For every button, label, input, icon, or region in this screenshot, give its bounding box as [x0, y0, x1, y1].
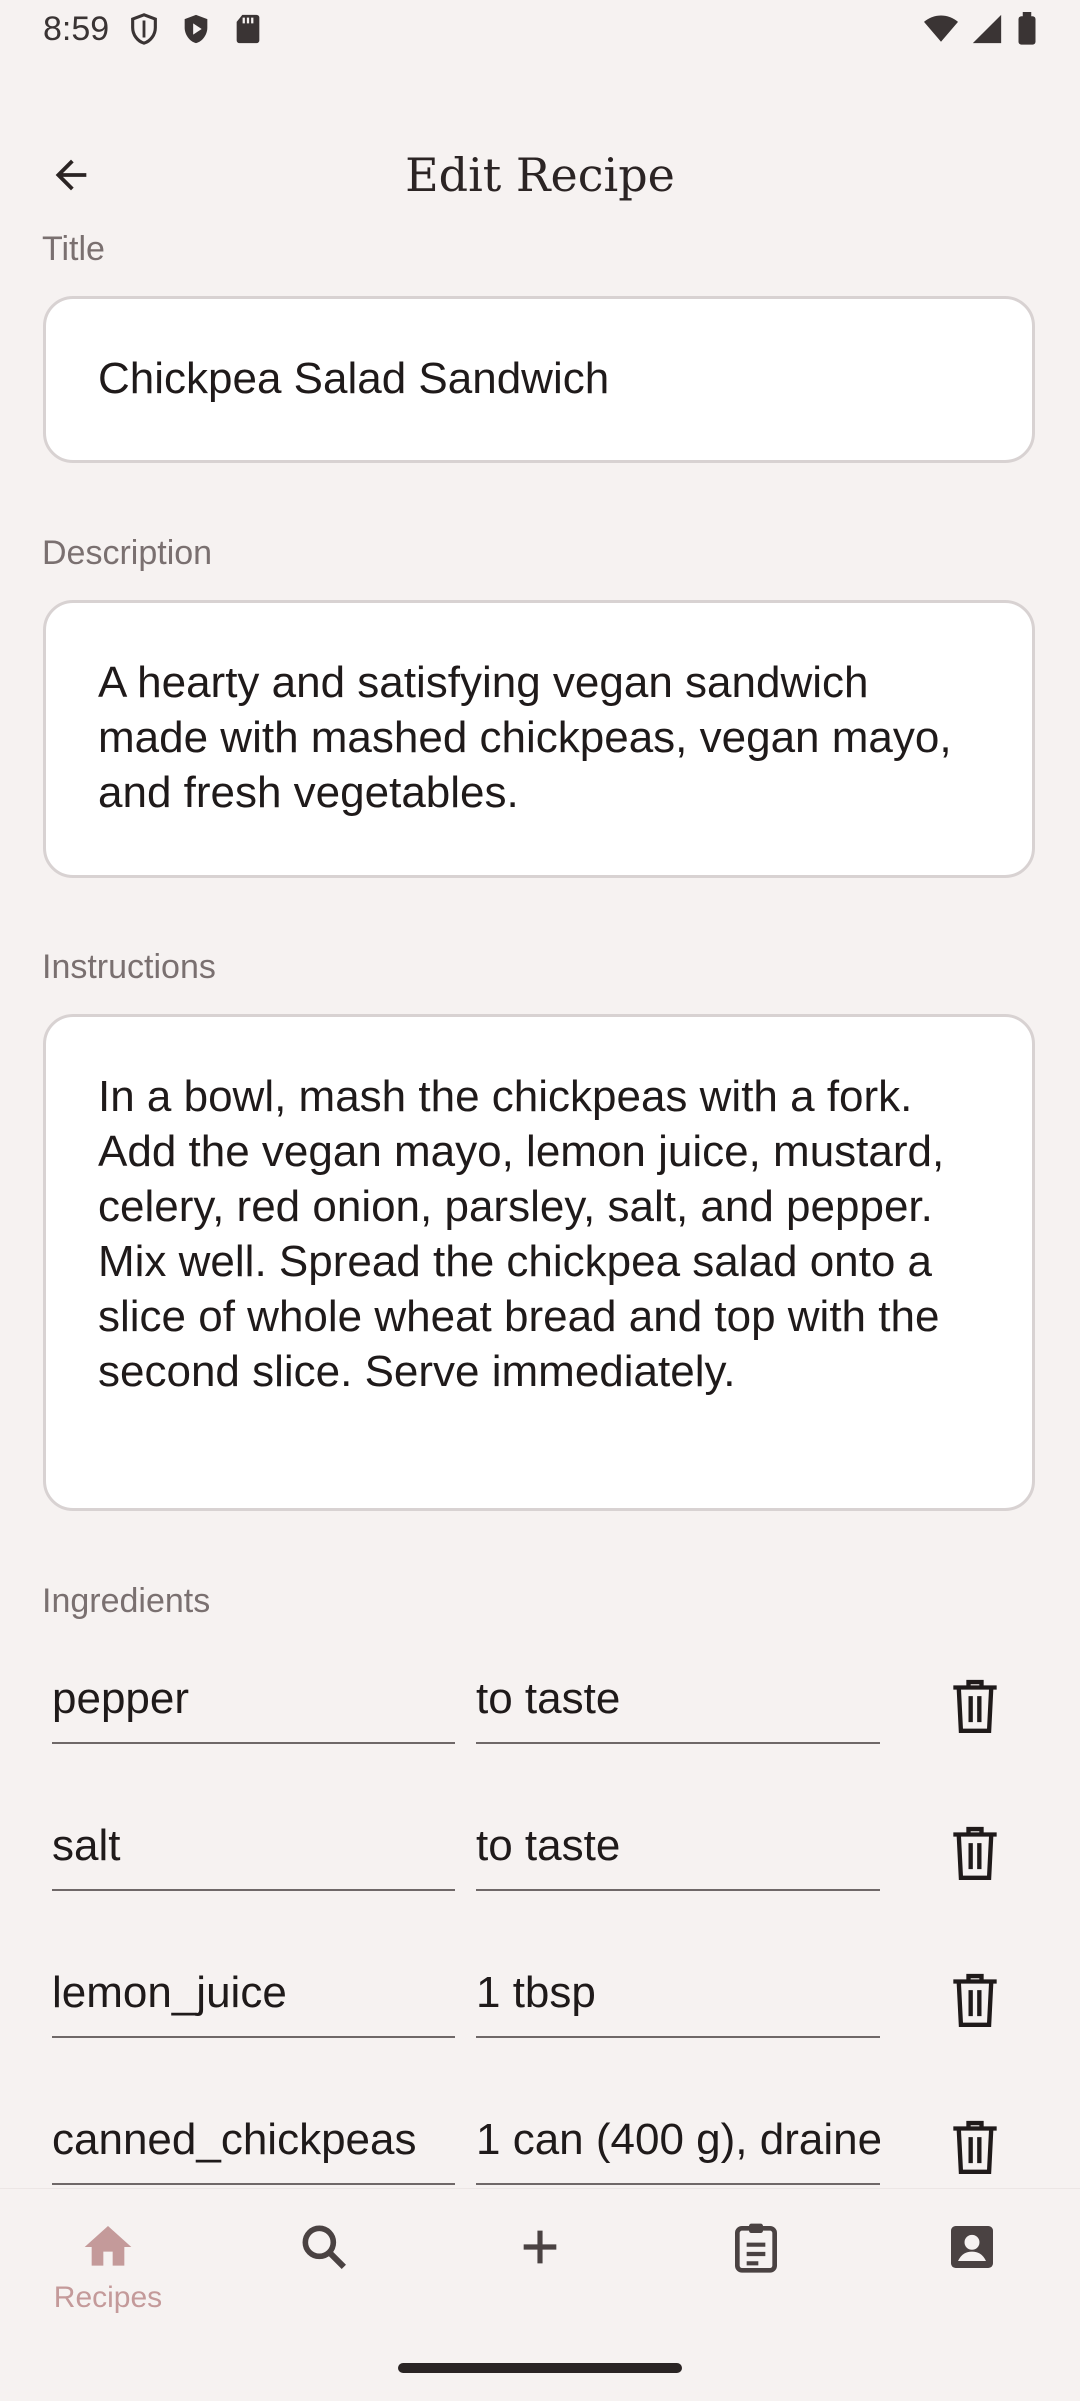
- delete-ingredient-button[interactable]: [940, 2113, 1010, 2183]
- ingredient-quantity-input[interactable]: 1 tbsp: [476, 1958, 880, 2038]
- ingredient-name-input[interactable]: pepper: [52, 1664, 455, 1744]
- profile-icon: [951, 2226, 993, 2268]
- home-icon: [84, 2226, 132, 2266]
- clipboard-icon: [735, 2223, 777, 2273]
- delete-ingredient-button[interactable]: [940, 1819, 1010, 1889]
- ingredient-row: lemon_juice 1 tbsp: [0, 1958, 1080, 2048]
- signal-icon: [972, 14, 1002, 44]
- ingredient-row: canned_chickpeas 1 can (400 g), drained …: [0, 2105, 1080, 2195]
- ingredient-quantity-input[interactable]: to taste: [476, 1664, 880, 1744]
- ingredient-name-input[interactable]: lemon_juice: [52, 1958, 455, 2038]
- ingredient-row: pepper to taste: [0, 1664, 1080, 1754]
- ingredient-quantity-input[interactable]: to taste: [476, 1811, 880, 1891]
- trash-icon: [953, 2120, 997, 2174]
- wifi-icon: [924, 15, 958, 42]
- nav-item-profile[interactable]: [864, 2219, 1080, 2339]
- description-label: Description: [42, 534, 213, 572]
- play-protect-icon: [184, 14, 208, 44]
- nav-item-search[interactable]: [216, 2219, 432, 2339]
- nav-item-list[interactable]: [648, 2219, 864, 2339]
- title-label: Title: [42, 230, 105, 268]
- status-time: 8:59: [43, 10, 110, 48]
- trash-icon: [953, 1826, 997, 1880]
- status-icons-right: [924, 12, 1038, 46]
- app-bar: Edit Recipe: [0, 120, 1080, 230]
- nav-label-recipes: Recipes: [53, 2281, 163, 2314]
- delete-ingredient-button[interactable]: [940, 1966, 1010, 2036]
- ingredient-name-input[interactable]: salt: [52, 1811, 455, 1891]
- nav-item-recipes[interactable]: Recipes: [0, 2219, 216, 2339]
- trash-icon: [953, 1973, 997, 2027]
- trash-icon: [953, 1679, 997, 1733]
- ingredients-label: Ingredients: [42, 1582, 211, 1620]
- page-title: Edit Recipe: [405, 148, 675, 202]
- delete-ingredient-button[interactable]: [940, 1672, 1010, 1742]
- add-icon: [523, 2230, 557, 2264]
- ingredient-quantity-input[interactable]: 1 can (400 g), drained and: [476, 2105, 880, 2185]
- shield-icon: [131, 13, 157, 45]
- description-input[interactable]: A hearty and satisfying vegan sandwich m…: [43, 600, 1035, 878]
- nav-item-add[interactable]: [432, 2219, 648, 2339]
- status-icons-left: [127, 12, 265, 46]
- home-indicator[interactable]: [398, 2363, 682, 2373]
- status-bar: 8:59: [0, 0, 1080, 64]
- sd-card-icon: [236, 14, 260, 44]
- ingredient-name-input[interactable]: canned_chickpeas: [52, 2105, 455, 2185]
- instructions-label: Instructions: [42, 948, 216, 986]
- instructions-input[interactable]: In a bowl, mash the chickpeas with a for…: [43, 1014, 1035, 1511]
- battery-icon: [1018, 12, 1036, 45]
- ingredient-row: salt to taste: [0, 1811, 1080, 1901]
- search-icon: [302, 2225, 346, 2269]
- title-input[interactable]: Chickpea Salad Sandwich: [43, 296, 1035, 463]
